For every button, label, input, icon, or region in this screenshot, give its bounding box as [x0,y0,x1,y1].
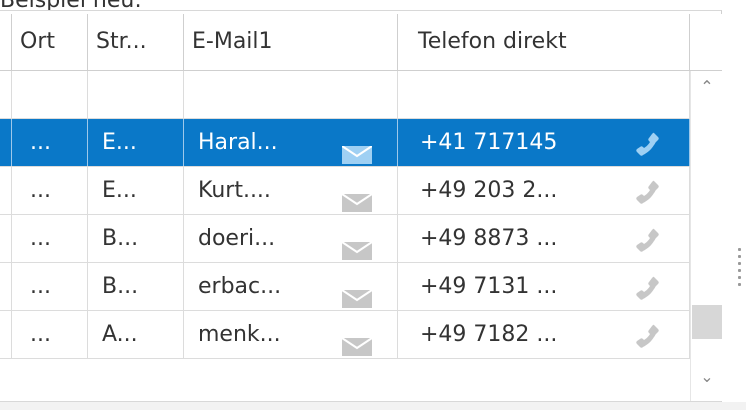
envelope-icon[interactable] [341,278,373,308]
table-row[interactable] [0,71,690,119]
cell-ort [12,71,88,118]
cell-email: menk... [184,311,398,358]
cell-telefon: +49 7182 ... [398,311,690,358]
chevron-down-icon[interactable]: ⌄ [691,363,723,391]
table-row[interactable]: ... E... Haral... +41 717145 [0,119,690,167]
phone-text: +49 7131 ... [420,274,558,299]
row-edge-cell [0,119,12,166]
cell-strasse: B... [88,215,184,262]
table-row[interactable]: ... A... menk... +49 7182 ... [0,311,690,359]
phone-text: +49 203 2... [420,178,558,203]
email-text: menk... [198,322,281,347]
cell-ort: ... [12,311,88,358]
email-text: Kurt.... [198,178,271,203]
row-edge-cell [0,71,12,118]
phone-text: +49 7182 ... [420,322,558,347]
column-header-telefon-direkt[interactable]: Telefon direkt [398,14,690,70]
cell-ort: ... [12,215,88,262]
cell-strasse [88,71,184,118]
cell-telefon: +49 8873 ... [398,215,690,262]
phone-handset-icon[interactable] [634,177,662,205]
email-text: Haral... [198,130,278,155]
resize-grip-icon[interactable] [738,248,742,296]
bottom-border [0,402,746,410]
cell-strasse: E... [88,119,184,166]
cell-telefon: +41 717145 [398,119,690,166]
row-edge-cell [0,263,12,310]
email-text: erbac... [198,274,282,299]
phone-handset-icon[interactable] [634,321,662,349]
header-edge [0,14,12,70]
cell-email [184,71,398,118]
table-row[interactable]: ... B... doeri... +49 8873 ... [0,215,690,263]
cell-ort: ... [12,119,88,166]
email-text: doeri... [198,226,276,251]
scrollbar-thumb[interactable] [692,305,722,339]
cell-email: doeri... [184,215,398,262]
grid-header: Ort Str... E-Mail1 Telefon direkt [0,14,722,71]
cell-email: erbac... [184,263,398,310]
phone-handset-icon[interactable] [634,129,662,157]
row-edge-cell [0,215,12,262]
cell-email: Haral... [184,119,398,166]
cell-telefon: +49 7131 ... [398,263,690,310]
envelope-icon[interactable] [341,326,373,356]
table-row[interactable]: ... B... erbac... +49 7131 ... [0,263,690,311]
cell-strasse: E... [88,167,184,214]
cell-telefon: +49 203 2... [398,167,690,214]
cell-ort: ... [12,263,88,310]
phone-handset-icon[interactable] [634,225,662,253]
phone-handset-icon[interactable] [634,273,662,301]
row-edge-cell [0,167,12,214]
grid-rows: ... E... Haral... +41 717145 ... E... Kurt...… [0,71,690,359]
column-header-ort[interactable]: Ort [12,14,88,70]
vertical-scrollbar[interactable]: ⌃ ⌄ [690,71,722,401]
envelope-icon[interactable] [341,182,373,212]
cell-telefon [398,71,690,118]
column-header-email[interactable]: E-Mail1 [184,14,398,70]
envelope-icon[interactable] [341,134,373,164]
chevron-up-icon[interactable]: ⌃ [691,73,723,101]
phone-text: +41 717145 [420,130,558,155]
row-edge-cell [0,311,12,358]
cell-email: Kurt.... [184,167,398,214]
table-row[interactable]: ... E... Kurt.... +49 203 2... [0,167,690,215]
cell-ort: ... [12,167,88,214]
cell-strasse: B... [88,263,184,310]
cell-strasse: A... [88,311,184,358]
phone-text: +49 8873 ... [420,226,558,251]
envelope-icon[interactable] [341,230,373,260]
column-header-strasse[interactable]: Str... [88,14,184,70]
header-spacer [690,14,722,70]
